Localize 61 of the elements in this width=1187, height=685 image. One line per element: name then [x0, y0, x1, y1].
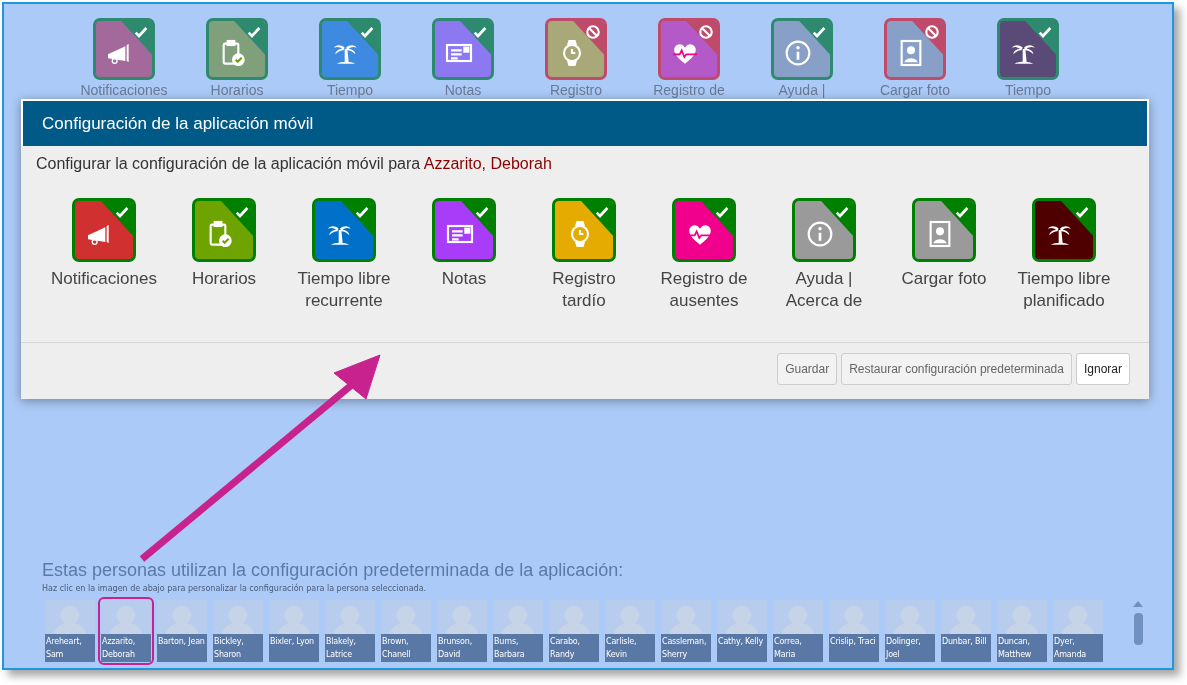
person-card[interactable]: Crislip, Traci — [826, 597, 882, 665]
tile-label: Tiempo — [326, 83, 374, 97]
person-card[interactable]: Correa, Maria — [770, 597, 826, 665]
person-name: Brunson, David — [437, 634, 487, 662]
person-name: Carlisle, Kevin — [605, 634, 655, 662]
tile-label: Horarios — [191, 268, 257, 290]
person-name: Dolinger, Joel — [885, 634, 935, 662]
section-heading: Estas personas utilizan la configuración predeterminada de la aplicación: — [42, 560, 625, 581]
person-name: Duncan, Matthew — [997, 634, 1047, 662]
person-name: Areheart, Sam — [45, 634, 95, 662]
section-hint: Haz clic en la imagen de abajo para personalizar la configuración para la persona seleccionada. — [42, 584, 428, 593]
tile-label: Registro — [549, 83, 603, 97]
person-name: Cathy, Kelly — [717, 634, 767, 662]
tile-label: Registro de ausentes — [659, 268, 749, 312]
dialog-intro: Configurar la configuración de la aplicación móvil para — [36, 155, 421, 172]
dialog-button[interactable]: Ignorar — [1075, 353, 1130, 385]
person-card[interactable]: Dolinger, Joel — [882, 597, 938, 665]
person-name: Azzarito, Deborah — [101, 634, 151, 662]
tile-label: Cargar foto — [879, 83, 950, 97]
person-name: Burns, Barbara — [493, 634, 543, 662]
person-card[interactable]: Duncan, Matthew — [994, 597, 1050, 665]
tile-label: Notas — [444, 83, 482, 97]
person-card[interactable]: Areheart, Sam — [42, 597, 98, 665]
person-card[interactable]: Brown, Chanell — [378, 597, 434, 665]
person-name: Correa, Maria — [773, 634, 823, 662]
person-card[interactable]: Bickley, Sharon — [210, 597, 266, 665]
person-card[interactable]: Carlisle, Kevin — [602, 597, 658, 665]
person-name: Blakely, Latrice — [325, 634, 375, 662]
person-name: Brown, Chanell — [381, 634, 431, 662]
person-name: Bickley, Sharon — [213, 634, 263, 662]
person-name: Dunbar, Bill — [941, 634, 991, 662]
person-card[interactable]: Burns, Barbara — [490, 597, 546, 665]
person-card[interactable]: Blakely, Latrice — [322, 597, 378, 665]
tile-label: Tiempo libre planificado — [1016, 268, 1112, 312]
person-name: Crislip, Traci — [829, 634, 879, 662]
tile-label: Cargar foto — [901, 268, 987, 290]
tile-label: Registro tardío — [551, 268, 617, 312]
tile-label: Registro de — [653, 83, 725, 97]
person-card[interactable]: Brunson, David — [434, 597, 490, 665]
person-card[interactable]: Dyer, Amanda — [1050, 597, 1106, 665]
person-name: Cassleman, Sherry — [661, 634, 711, 662]
tile-label: Ayuda | Acerca de — [784, 268, 864, 312]
dialog-title: Configuración de la aplicación móvil — [21, 99, 1149, 146]
tile-label: Notas — [441, 268, 487, 290]
tile-label: Tiempo libre recurrente — [296, 268, 392, 312]
person-card[interactable]: Barton, Jean — [154, 597, 210, 665]
person-card[interactable]: Cassleman, Sherry — [658, 597, 714, 665]
tile-label: Horarios — [210, 83, 264, 97]
person-card[interactable]: Carabo, Randy — [546, 597, 602, 665]
person-card[interactable]: Dunbar, Bill — [938, 597, 994, 665]
tile-label: Tiempo — [1004, 83, 1052, 97]
person-name: Carabo, Randy — [549, 634, 599, 662]
person-name: Dyer, Amanda — [1053, 634, 1103, 662]
tile-label: Notificaciones — [80, 83, 168, 97]
tile-label: Ayuda | — [778, 83, 826, 97]
person-card[interactable]: Azzarito, Deborah — [98, 597, 154, 665]
person-name: Bixler, Lyon — [269, 634, 319, 662]
person-name: Barton, Jean — [157, 634, 207, 662]
person-card[interactable]: Bixler, Lyon — [266, 597, 322, 665]
person-card[interactable]: Cathy, Kelly — [714, 597, 770, 665]
tile-label: Notificaciones — [51, 268, 157, 290]
